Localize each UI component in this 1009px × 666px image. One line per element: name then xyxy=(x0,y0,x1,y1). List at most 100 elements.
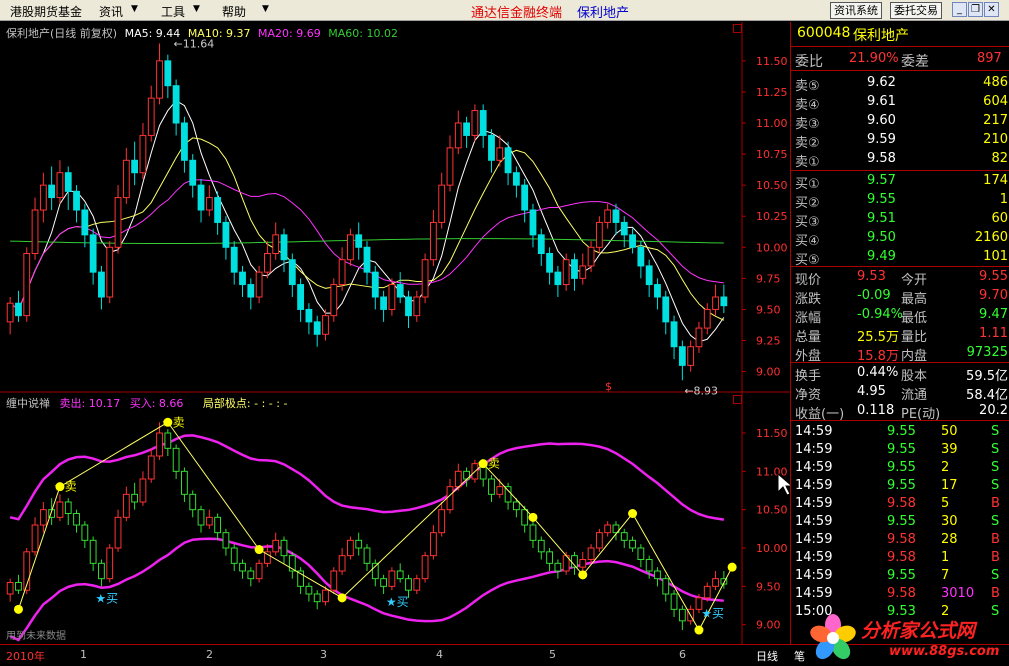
lower-candle-body xyxy=(645,559,653,572)
pivot-dot xyxy=(628,509,638,518)
candle-body xyxy=(164,60,172,87)
bid-label: 买④ xyxy=(795,234,820,249)
minimize-icon[interactable]: _ xyxy=(952,2,967,17)
lower-candle-body xyxy=(313,593,321,603)
extra-tab[interactable]: 笔 xyxy=(794,648,805,664)
kline-chart[interactable]: 9.00 9.25 9.50 9.75 10.00 10.25 10.50 10.75 11.0… xyxy=(0,22,790,644)
candle-body xyxy=(305,308,313,323)
lower-candle-body xyxy=(604,524,612,534)
upper-axis-label: 9.75 xyxy=(756,272,781,285)
candle-body xyxy=(405,296,412,317)
lower-candle-body xyxy=(637,547,645,560)
window-stock-title: 保利地产 xyxy=(577,6,630,21)
candle-body xyxy=(612,209,620,223)
menu-item-tools[interactable]: 工具 xyxy=(161,3,185,20)
period-tab[interactable]: 日线 xyxy=(756,648,778,664)
ask-volume: 486 xyxy=(983,75,1008,90)
stat-label: 涨跌 xyxy=(795,292,822,307)
lower-candle-body xyxy=(89,539,97,564)
tick-side: B xyxy=(991,496,1000,511)
ask-price: 9.61 xyxy=(867,94,896,109)
pivot-dot xyxy=(254,545,264,555)
fin-label: 流通 xyxy=(901,388,928,403)
candle-body xyxy=(64,172,72,192)
bid-volume: 1 xyxy=(999,192,1008,207)
candle-body xyxy=(463,122,470,136)
menu-item-help[interactable]: 帮助 xyxy=(222,3,246,20)
lower-candle-body xyxy=(546,551,553,564)
lower-candle-body xyxy=(496,486,504,495)
lower-axis-label: 9.00 xyxy=(756,619,781,632)
tick-row: 14:59 9.55 39 S xyxy=(791,441,1009,460)
stat-value: 1.11 xyxy=(979,326,1008,341)
tick-side: S xyxy=(991,568,1000,583)
order-trade-button[interactable]: 委托交易 xyxy=(890,2,942,19)
ask-row: 卖④ 9.61 604 xyxy=(791,93,1009,113)
weibi-row: 委比 21.90% 委差 897 xyxy=(795,51,1002,70)
lower-candle-body xyxy=(64,501,72,514)
ask-price: 9.59 xyxy=(867,132,896,147)
candle-body xyxy=(23,253,31,317)
candle-body xyxy=(695,327,703,348)
fin-label: 换手 xyxy=(795,369,822,384)
candle-body xyxy=(554,271,562,286)
lower-candle-body xyxy=(189,493,197,511)
candle-body xyxy=(712,296,719,310)
lower-candle-body xyxy=(247,570,255,580)
candle-body xyxy=(81,209,89,236)
tick-price: 9.58 xyxy=(887,586,916,601)
bid-price: 9.49 xyxy=(867,249,896,264)
news-system-button[interactable]: 资讯系统 xyxy=(830,2,882,19)
lower-candle-body xyxy=(703,585,711,599)
candle-body xyxy=(222,221,230,248)
candle-body xyxy=(446,147,454,186)
chart-area[interactable]: 9.00 9.25 9.50 9.75 10.00 10.25 10.50 10.75 11.0… xyxy=(0,22,790,644)
tick-volume: 3010 xyxy=(941,586,975,601)
restore-icon[interactable]: ❐ xyxy=(968,2,983,17)
stock-name: 保利地产 xyxy=(853,28,909,44)
logo-url: www.88gs.com xyxy=(889,644,1000,659)
app-title: 通达信金融终端 xyxy=(471,6,563,21)
candle-body xyxy=(56,172,64,199)
lower-candle-body xyxy=(446,486,454,511)
lower-candle-body xyxy=(396,570,404,580)
fin-row: 净资 4.95 流通 58.4亿 xyxy=(791,383,1009,403)
candle-body xyxy=(371,271,379,298)
ask-label: 卖① xyxy=(795,155,820,170)
zigzag-line xyxy=(17,421,733,632)
candle-body xyxy=(720,296,728,307)
lower-candle-body xyxy=(512,501,520,511)
upper-panel-expand-icon[interactable] xyxy=(733,24,742,33)
candle-body xyxy=(98,271,105,298)
tick-price: 9.58 xyxy=(887,532,916,547)
candle-body xyxy=(670,321,678,348)
lower-candle-body xyxy=(488,478,495,495)
lower-candle-body xyxy=(429,532,437,557)
close-icon[interactable]: ✕ xyxy=(984,2,999,17)
tick-side: S xyxy=(991,460,1000,475)
quote-panel: 600048 保利地产 委比 21.90% 委差 897 卖⑤ 9.62 486 卖④… xyxy=(790,22,1009,644)
lower-candle-body xyxy=(363,547,371,564)
lower-candle-body xyxy=(405,578,412,591)
stat-value: 9.55 xyxy=(979,269,1008,284)
candle-body xyxy=(512,172,520,186)
stat-row: 总量 25.5万 量比 1.11 xyxy=(791,325,1009,345)
lower-candle-body xyxy=(662,578,670,595)
lower-candle-body xyxy=(6,582,14,595)
menu-item-hk-futures[interactable]: 港股期货基金 xyxy=(10,3,82,20)
tick-time: 14:59 xyxy=(795,586,833,601)
tick-volume: 2 xyxy=(941,460,950,475)
lower-candle-body xyxy=(521,509,529,526)
upper-axis-label: 11.50 xyxy=(756,55,788,68)
fin-row: 收益(一) 0.118 PE(动) 20.2 xyxy=(791,402,1009,422)
lower-candle-body xyxy=(181,470,188,495)
bid-price: 9.57 xyxy=(867,173,896,188)
lower-candle-body xyxy=(131,493,139,503)
candle-body xyxy=(322,315,329,335)
news-chevron-icon: ▼ xyxy=(131,4,138,14)
tick-volume: 30 xyxy=(941,514,958,529)
candle-body xyxy=(122,159,130,199)
menu-item-news[interactable]: 资讯 xyxy=(99,3,123,20)
lower-panel-expand-icon[interactable] xyxy=(733,395,742,404)
tick-volume: 7 xyxy=(941,568,950,583)
